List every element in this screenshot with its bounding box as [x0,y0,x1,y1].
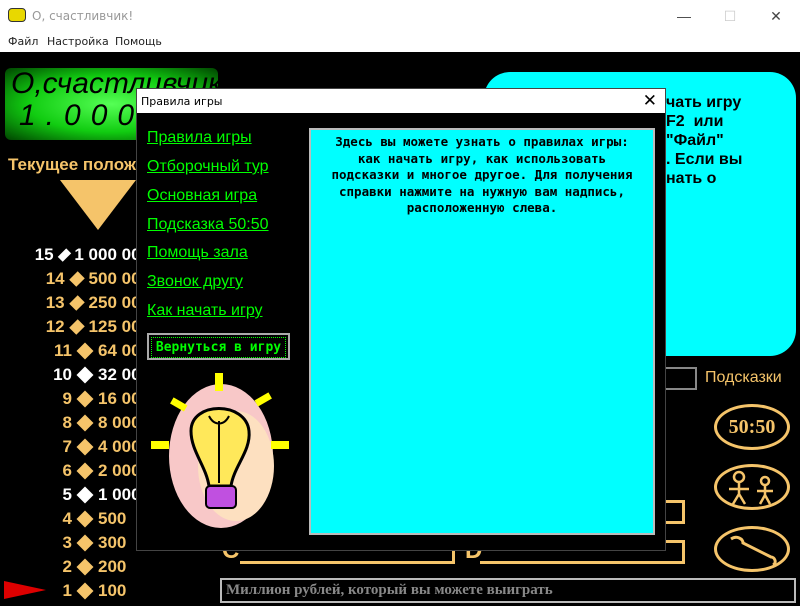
prize-level: 15 1 000 000 [30,243,150,267]
diamond-icon [57,248,71,262]
diamond-icon [76,558,94,576]
menu-settings[interactable]: Настройка [47,35,109,48]
menu-file[interactable]: Файл [8,35,38,48]
prize-level: 6 2 000 [30,459,150,483]
minimize-button[interactable]: — [664,4,704,28]
diamond-icon [68,295,85,311]
people-icon [729,470,773,505]
prize-level: 14 500 000 [30,267,150,291]
menu-help[interactable]: Помощь [115,35,162,48]
phone-icon [730,535,777,567]
diamond-icon [68,319,85,335]
level-amount: 200 [98,557,127,576]
level-number: 2 [62,557,72,576]
prize-level: 10 32 000 [30,363,150,387]
prize-level: 1 100 [30,579,150,603]
level-number: 6 [62,461,72,480]
fifty-fifty-button[interactable]: 50:50 [714,404,790,450]
prize-level: 4 500 [30,507,150,531]
dialog-close-button[interactable]: ✕ [643,91,657,111]
prize-level: 3 300 [30,531,150,555]
prize-level: 12 125 000 [30,315,150,339]
level-number: 11 [54,341,72,360]
dialog-title-bar: Правила игры ✕ [137,89,665,113]
level-amount: 500 [98,509,127,528]
diamond-icon [76,414,94,432]
hints-label: Подсказки [705,369,782,386]
down-arrow-icon [60,180,136,230]
level-number: 3 [62,533,72,552]
level-number: 13 [45,293,65,312]
level-number: 5 [62,485,72,504]
level-number: 8 [62,413,72,432]
link-phone-friend[interactable]: Звонок другу [147,273,243,291]
maximize-button[interactable]: ☐ [710,4,750,28]
link-qualifying-round[interactable]: Отборочный тур [147,158,269,176]
return-to-game-button[interactable]: Вернуться в игру [147,333,290,360]
level-number: 4 [62,509,72,528]
diamond-icon [76,390,94,408]
ask-audience-button[interactable] [714,464,790,510]
phone-friend-button[interactable] [714,526,790,572]
diamond-icon [76,582,94,600]
link-audience-help[interactable]: Помощь зала [147,244,248,262]
prize-ladder: 15 1 000 000 14 500 000 13 250 000 12 125 000 11… [30,243,150,603]
level-number: 10 [53,365,72,384]
close-button[interactable]: ✕ [756,4,796,28]
level-amount: 4 000 [98,437,141,456]
diamond-icon [76,462,94,480]
current-level-pointer-icon [4,581,46,599]
diamond-icon [76,486,94,504]
level-number: 12 [45,317,65,336]
link-rules[interactable]: Правила игры [147,129,252,147]
prize-level: 13 250 000 [30,291,150,315]
prize-level: 7 4 000 [30,435,150,459]
prize-level: 11 64 000 [30,339,150,363]
level-amount: 300 [98,533,127,552]
title-bar: О, счастливчик! — ☐ ✕ [0,0,800,32]
window-title: О, счастливчик! [32,9,134,23]
level-amount: 100 [98,581,127,600]
diamond-icon [68,271,85,287]
diamond-icon [76,438,94,456]
prize-level: 2 200 [30,555,150,579]
status-bar: Миллион рублей, который вы можете выигра… [220,578,796,603]
rules-dialog: Правила игры ✕ Правила игры Отборочный т… [136,88,666,551]
question-text: чать игру F2 или "Файл" . Если вы нать о [666,94,743,187]
link-how-to-start[interactable]: Как начать игру [147,302,263,320]
diamond-icon [76,510,94,528]
level-amount: 1 000 [98,485,141,504]
diamond-icon [76,366,94,384]
level-number: 7 [62,437,72,456]
level-number: 15 [34,245,54,264]
link-fifty-fifty[interactable]: Подсказка 50:50 [147,216,269,234]
prize-level: 8 8 000 [30,411,150,435]
menu-bar: Файл Настройка Помощь [0,32,800,52]
prize-level: 5 1 000 [30,483,150,507]
return-button-label: Вернуться в игру [151,337,286,358]
hint-indicator [662,367,697,390]
level-amount: 2 000 [98,461,141,480]
app-icon [8,8,26,22]
level-number: 9 [62,389,72,408]
diamond-icon [76,342,94,360]
info-text-panel: Здесь вы можете узнать о правилах игры: … [309,128,655,535]
dialog-title: Правила игры [141,95,223,108]
link-main-game[interactable]: Основная игра [147,187,257,205]
prize-level: 9 16 000 [30,387,150,411]
level-number: 14 [45,269,65,288]
diamond-icon [76,534,94,552]
level-amount: 8 000 [98,413,141,432]
lightbulb-icon [151,373,289,528]
